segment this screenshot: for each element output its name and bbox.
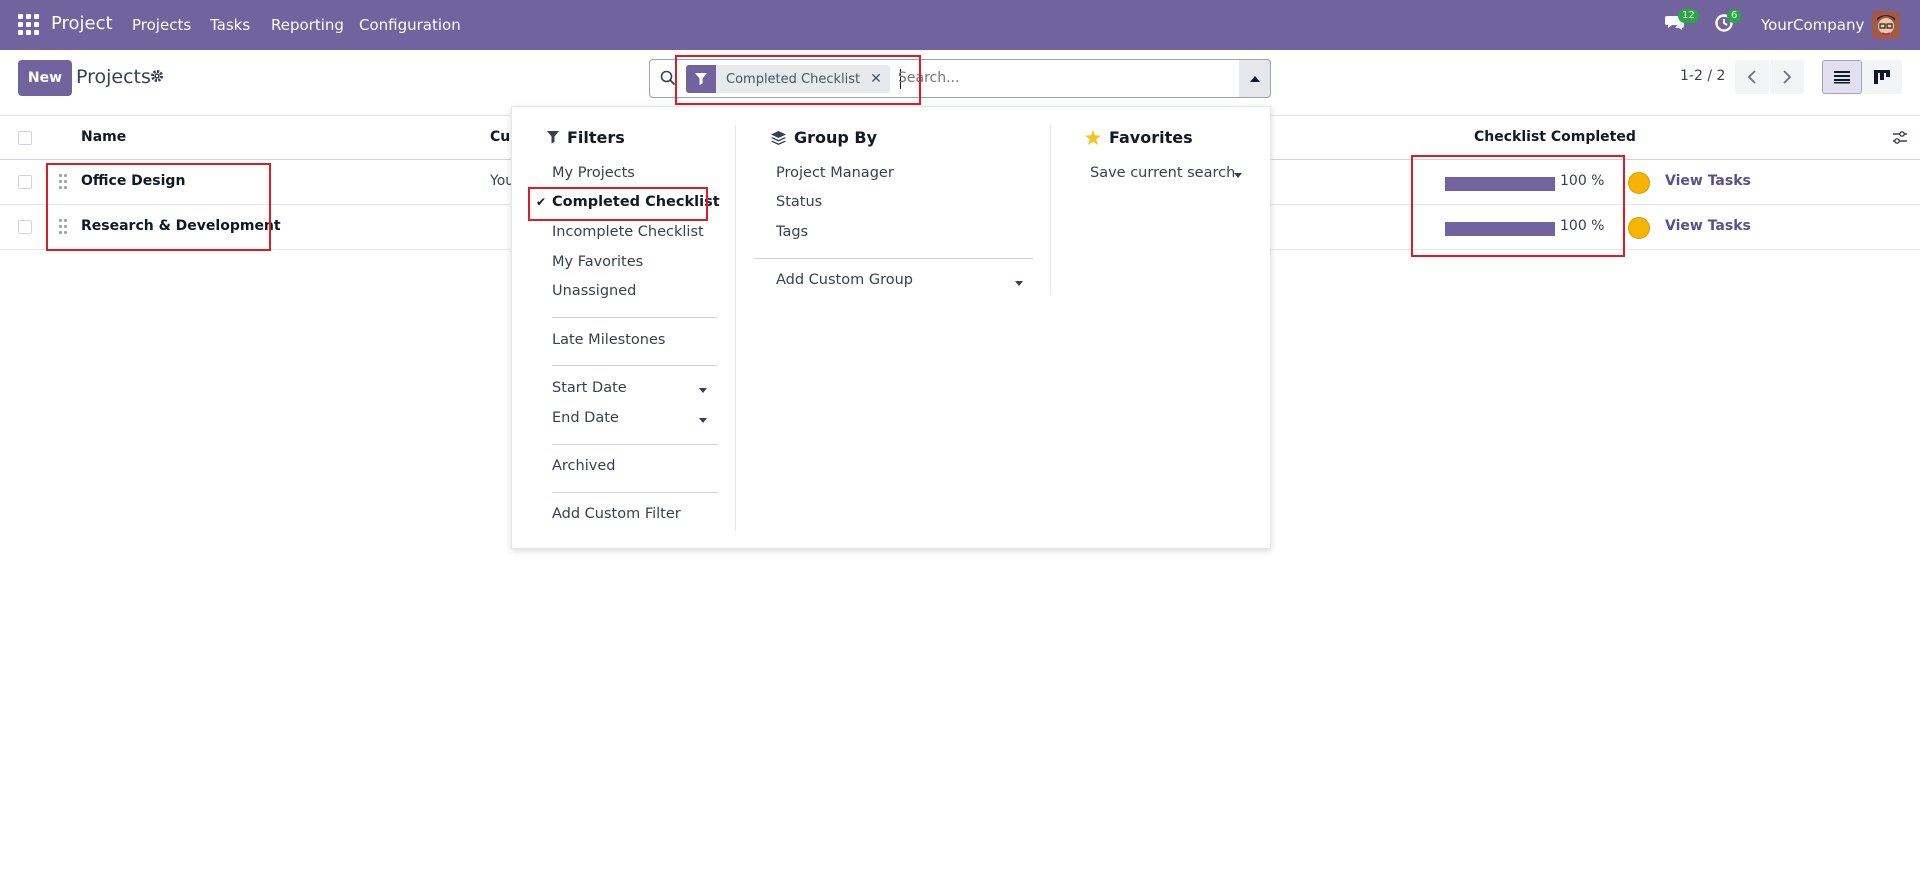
status-dot[interactable] bbox=[1628, 172, 1650, 194]
search-icon bbox=[660, 70, 676, 86]
activities-button[interactable]: 6 bbox=[1714, 9, 1742, 36]
nav-configuration[interactable]: Configuration bbox=[359, 16, 461, 34]
pager-previous-button[interactable] bbox=[1735, 60, 1769, 94]
checklist-progress-bar bbox=[1445, 177, 1555, 191]
messages-button[interactable]: 12 bbox=[1665, 9, 1699, 36]
column-name[interactable]: Name bbox=[81, 129, 126, 145]
project-name: Research & Development bbox=[81, 218, 281, 234]
filter-completed-checklist[interactable]: Completed Checklist bbox=[552, 194, 720, 210]
divider bbox=[552, 317, 718, 318]
search-panel-dropdown: Filters My Projects ✔ Completed Checklis… bbox=[511, 106, 1271, 549]
row-checkbox[interactable] bbox=[18, 175, 32, 189]
groupby-project-manager[interactable]: Project Manager bbox=[776, 165, 894, 181]
progress-value: 100 % bbox=[1560, 218, 1605, 234]
filter-archived[interactable]: Archived bbox=[552, 458, 615, 474]
divider bbox=[753, 258, 1033, 259]
facet-label: Completed Checklist bbox=[726, 71, 861, 87]
list-view-button[interactable] bbox=[1822, 60, 1862, 94]
row-checkbox[interactable] bbox=[18, 220, 32, 234]
project-name: Office Design bbox=[81, 173, 186, 189]
filter-end-date[interactable]: End Date bbox=[552, 410, 619, 426]
app-name[interactable]: Project bbox=[51, 13, 113, 34]
chevron-left-icon bbox=[1747, 70, 1756, 84]
caret-down-icon[interactable] bbox=[699, 388, 707, 393]
view-tasks-link[interactable]: View Tasks bbox=[1665, 218, 1751, 234]
pager-value[interactable]: 1-2 / 2 bbox=[1680, 68, 1725, 84]
company-switcher[interactable]: YourCompany bbox=[1761, 16, 1864, 34]
view-tasks-link[interactable]: View Tasks bbox=[1665, 173, 1751, 189]
search-bar: Completed Checklist ✕ bbox=[649, 59, 1271, 98]
select-all-checkbox[interactable] bbox=[18, 131, 32, 145]
page-title: Projects bbox=[76, 66, 151, 88]
messages-badge: 12 bbox=[1678, 9, 1699, 23]
groupby-heading: Group By bbox=[771, 128, 877, 147]
filter-start-date[interactable]: Start Date bbox=[552, 380, 627, 396]
favorites-heading: Favorites bbox=[1085, 128, 1193, 147]
caret-down-icon[interactable] bbox=[699, 418, 707, 423]
filter-unassigned[interactable]: Unassigned bbox=[552, 283, 636, 299]
drag-handle-icon[interactable] bbox=[59, 174, 67, 190]
filters-heading: Filters bbox=[547, 128, 625, 147]
toggle-search-panel-button[interactable] bbox=[1239, 59, 1271, 98]
search-input[interactable] bbox=[898, 70, 1198, 86]
apps-menu-icon[interactable] bbox=[18, 14, 40, 36]
list-icon bbox=[1834, 71, 1850, 84]
progress-fill bbox=[1445, 222, 1555, 236]
caret-up-icon bbox=[1249, 75, 1260, 82]
optional-columns-icon[interactable] bbox=[1892, 130, 1908, 146]
gear-icon[interactable] bbox=[150, 69, 164, 83]
checklist-progress-bar bbox=[1445, 222, 1555, 236]
filter-my-projects[interactable]: My Projects bbox=[552, 165, 635, 181]
divider bbox=[552, 492, 718, 493]
nav-projects[interactable]: Projects bbox=[132, 16, 191, 34]
layers-icon bbox=[771, 130, 786, 145]
add-custom-filter[interactable]: Add Custom Filter bbox=[552, 506, 681, 522]
top-navbar: Project Projects Tasks Reporting Configu… bbox=[0, 0, 1920, 50]
progress-value: 100 % bbox=[1560, 173, 1605, 189]
caret-down-icon[interactable] bbox=[1234, 173, 1242, 178]
filter-icon bbox=[547, 131, 559, 144]
column-divider bbox=[735, 125, 736, 531]
caret-down-icon[interactable] bbox=[1015, 281, 1023, 286]
status-dot[interactable] bbox=[1628, 217, 1650, 239]
divider bbox=[552, 365, 718, 366]
kanban-icon bbox=[1874, 70, 1890, 84]
column-checklist-completed[interactable]: Checklist Completed bbox=[1474, 129, 1636, 145]
activities-badge: 6 bbox=[1727, 9, 1742, 23]
filter-incomplete-checklist[interactable]: Incomplete Checklist bbox=[552, 224, 704, 240]
chevron-right-icon bbox=[1783, 70, 1792, 84]
remove-facet-icon[interactable]: ✕ bbox=[870, 71, 890, 87]
divider bbox=[552, 444, 718, 445]
search-facet: Completed Checklist ✕ bbox=[686, 65, 890, 93]
new-button[interactable]: New bbox=[18, 60, 72, 96]
user-avatar[interactable] bbox=[1872, 11, 1900, 39]
groupby-status[interactable]: Status bbox=[776, 194, 822, 210]
add-custom-group[interactable]: Add Custom Group bbox=[776, 272, 913, 288]
filter-icon bbox=[686, 65, 716, 93]
filter-my-favorites[interactable]: My Favorites bbox=[552, 254, 643, 270]
drag-handle-icon[interactable] bbox=[59, 219, 67, 235]
check-icon: ✔ bbox=[536, 195, 547, 209]
column-divider bbox=[1050, 125, 1051, 295]
pager-next-button[interactable] bbox=[1770, 60, 1804, 94]
nav-reporting[interactable]: Reporting bbox=[271, 16, 344, 34]
filter-late-milestones[interactable]: Late Milestones bbox=[552, 332, 665, 348]
star-icon bbox=[1085, 130, 1101, 145]
progress-fill bbox=[1445, 177, 1555, 191]
save-current-search[interactable]: Save current search bbox=[1090, 165, 1235, 181]
nav-tasks[interactable]: Tasks bbox=[210, 16, 250, 34]
kanban-view-button[interactable] bbox=[1862, 60, 1902, 94]
groupby-tags[interactable]: Tags bbox=[776, 224, 808, 240]
